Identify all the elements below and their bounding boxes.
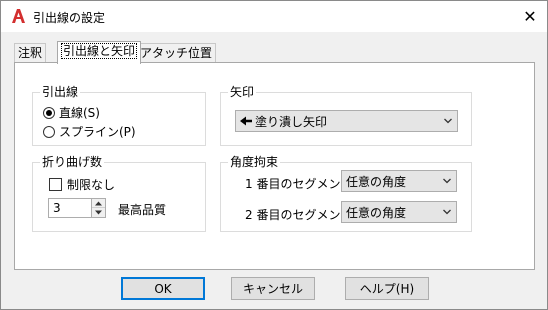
straight-radio[interactable]: 直線(S) — [43, 104, 100, 121]
help-button[interactable]: ヘルプ(H) — [345, 277, 429, 300]
leader-group: 引出線 直線(S) スプライン(P) — [32, 85, 206, 146]
close-icon: ✕ — [523, 7, 537, 26]
window-title: 引出線の設定 — [33, 11, 106, 25]
close-button[interactable]: ✕ — [513, 1, 547, 32]
checkbox-unchecked-icon — [49, 178, 62, 191]
spin-down-button[interactable] — [92, 208, 105, 217]
first-segment-value: 任意の角度 — [346, 174, 407, 189]
dialog-window: 引出線の設定 ✕ 注釈 引出線と矢印 アタッチ位置 引出線 直線(S) スプライ… — [0, 0, 548, 310]
spin-up-button[interactable] — [92, 199, 105, 208]
arrow-group-title: 矢印 — [228, 85, 257, 99]
leader-group-title: 引出線 — [40, 85, 81, 99]
arrow-up-icon — [95, 201, 102, 205]
chevron-down-icon — [444, 118, 452, 124]
vertices-group: 折り曲げ数 制限なし — [32, 155, 206, 232]
arrow-group: 矢印 塗り潰し矢印 — [220, 85, 472, 146]
first-segment-select[interactable]: 任意の角度 — [341, 170, 457, 192]
tab-leader-and-arrow[interactable]: 引出線と矢印 — [57, 41, 142, 64]
chevron-down-icon — [443, 178, 451, 184]
chevron-down-icon — [443, 209, 451, 215]
tab-panel: 引出線 直線(S) スプライン(P) 矢印 塗り潰し矢印 折り曲げ数 制限なし … — [14, 62, 535, 270]
tab-label: 引出線と矢印 — [61, 43, 138, 59]
second-segment-value: 任意の角度 — [346, 205, 407, 220]
angle-group-title: 角度拘束 — [228, 155, 281, 169]
spline-radio[interactable]: スプライン(P) — [43, 123, 136, 140]
no-limit-label: 制限なし — [67, 178, 116, 192]
cancel-button-label: キャンセル — [242, 282, 303, 296]
vertices-group-title: 折り曲げ数 — [40, 155, 105, 169]
spline-label: スプライン(P) — [59, 125, 136, 139]
max-vertices-label: 最高品質 — [118, 203, 167, 217]
ok-button[interactable]: OK — [121, 277, 205, 300]
tab-annotation[interactable]: 注釈 — [14, 43, 47, 63]
title-bar: 引出線の設定 ✕ — [1, 1, 547, 32]
no-limit-checkbox[interactable]: 制限なし — [49, 176, 115, 193]
autocad-a-icon — [12, 9, 25, 23]
max-vertices-value: 3 — [53, 201, 61, 215]
help-button-label: ヘルプ(H) — [359, 282, 415, 296]
tab-attachment[interactable]: アタッチ位置 — [136, 43, 217, 63]
cancel-button[interactable]: キャンセル — [231, 277, 315, 300]
radio-checked-icon — [43, 106, 55, 119]
first-segment-label: 1 番目のセグメント: — [245, 177, 357, 191]
spinner-buttons — [91, 199, 105, 217]
arrow-down-icon — [95, 210, 102, 215]
arrow-select[interactable]: 塗り潰し矢印 — [235, 110, 458, 132]
tab-label: 注釈 — [18, 46, 43, 60]
straight-label: 直線(S) — [59, 106, 100, 120]
arrow-select-value: 塗り潰し矢印 — [255, 114, 328, 129]
filled-arrow-icon — [240, 116, 252, 126]
second-segment-select[interactable]: 任意の角度 — [341, 201, 457, 223]
second-segment-label: 2 番目のセグメント: — [245, 208, 357, 222]
ok-button-label: OK — [154, 281, 172, 296]
max-vertices-spinner[interactable]: 3 — [48, 198, 106, 218]
tab-label: アタッチ位置 — [140, 46, 213, 60]
radio-unchecked-icon — [43, 125, 55, 138]
